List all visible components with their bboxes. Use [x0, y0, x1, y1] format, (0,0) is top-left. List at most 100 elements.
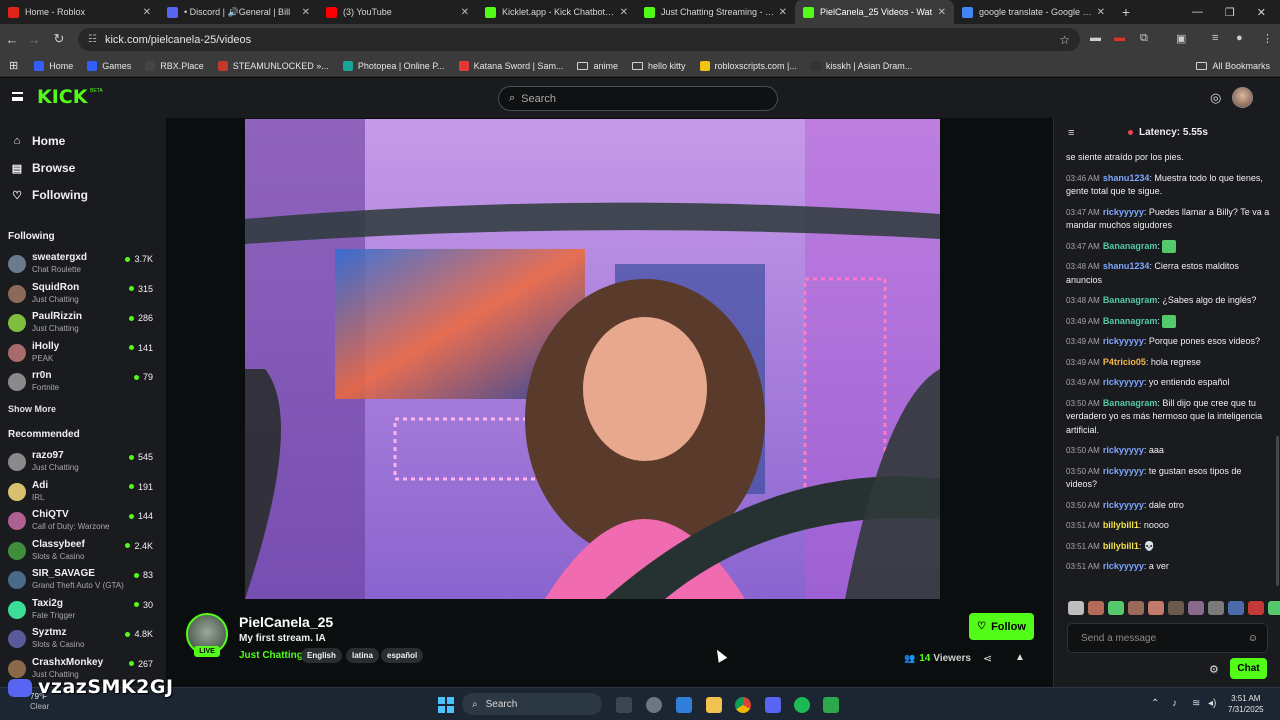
kick-logo[interactable]: KICK — [37, 87, 87, 107]
sidebar-channel[interactable]: razo97 Just Chatting 545 — [8, 449, 158, 477]
nav-home[interactable]: ⌂ Home — [10, 134, 66, 148]
chat-username[interactable]: shanu1234 — [1103, 261, 1150, 271]
chat-send-button[interactable]: Chat — [1230, 658, 1267, 679]
chat-username[interactable]: Bananagram — [1103, 316, 1158, 326]
hamburger-menu-icon[interactable] — [12, 92, 23, 101]
chat-settings-icon[interactable]: ⚙ — [1209, 663, 1219, 676]
discord-icon[interactable] — [765, 697, 781, 713]
emote-icon[interactable] — [1168, 601, 1184, 615]
browser-tab[interactable]: Home - Roblox ✕ — [0, 0, 159, 24]
bookmark-item[interactable]: hello kitty — [631, 61, 686, 71]
chat-username[interactable]: rickyyyyy — [1103, 445, 1144, 455]
bookmark-item[interactable]: Katana Sword | Sam... — [458, 60, 563, 71]
sidepanel-icon[interactable]: ▣ — [1176, 32, 1186, 45]
collapse-chat-icon[interactable]: ≡ — [1068, 127, 1074, 139]
stream-category[interactable]: Just Chatting — [239, 650, 303, 661]
extension-icon[interactable]: ▬ — [1114, 32, 1125, 44]
volume-icon[interactable]: ◂) — [1208, 698, 1216, 709]
tab-close-icon[interactable]: ✕ — [620, 7, 628, 18]
extension-icon[interactable]: ▬ — [1090, 32, 1101, 44]
site-info-icon[interactable]: ☷ — [88, 34, 97, 45]
video-player[interactable] — [166, 118, 1053, 600]
sidebar-channel[interactable]: sweatergxd Chat Roulette 3.7K — [8, 251, 158, 279]
sidebar-channel[interactable]: PaulRizzin Just Chatting 286 — [8, 310, 158, 338]
sidebar-channel[interactable]: SIR_SAVAGE Grand Theft Auto V (GTA) 83 — [8, 567, 158, 595]
browser-tab[interactable]: Just Chatting Streaming - Live S ✕ — [636, 0, 795, 24]
close-window-icon[interactable]: ✕ — [1257, 6, 1266, 19]
minimize-icon[interactable]: — — [1192, 6, 1203, 18]
emote-icon[interactable] — [1248, 601, 1264, 615]
tab-close-icon[interactable]: ✕ — [302, 7, 310, 18]
file-explorer-icon[interactable] — [706, 697, 722, 713]
sidebar-channel[interactable]: Taxi2g Fate Trigger 30 — [8, 597, 158, 625]
follow-button[interactable]: ♡ Follow — [969, 613, 1034, 640]
sidebar-channel[interactable]: Syztmz Slots & Casino 4.8K — [8, 626, 158, 654]
chrome-icon[interactable] — [735, 697, 751, 713]
emote-icon[interactable] — [1208, 601, 1224, 615]
emote-icon[interactable] — [1268, 601, 1280, 615]
address-bar[interactable]: ☷ kick.com/pielcanela-25/videos ☆ — [78, 28, 1080, 51]
profile-icon[interactable]: ● — [1236, 32, 1243, 44]
restore-icon[interactable]: ❐ — [1225, 6, 1235, 19]
chat-input[interactable]: Send a message ☺ — [1067, 623, 1268, 653]
menu-icon[interactable]: ⋮ — [1262, 32, 1273, 45]
bookmark-item[interactable]: robloxscripts.com |... — [699, 60, 797, 71]
bookmark-item[interactable]: Home — [34, 60, 73, 71]
bookmark-item[interactable]: RBX.Place — [145, 60, 204, 71]
back-icon[interactable]: ← — [0, 32, 24, 47]
app-icon[interactable] — [823, 697, 839, 713]
chat-username[interactable]: rickyyyyy — [1103, 207, 1144, 217]
bookmark-item[interactable]: Photopea | Online P... — [342, 60, 445, 71]
copilot-icon[interactable] — [646, 697, 662, 713]
nav-browse[interactable]: ▤ Browse — [10, 161, 76, 175]
notifications-icon[interactable]: ◎ — [1210, 90, 1221, 106]
streamer-name[interactable]: PielCanela_25 — [239, 614, 333, 630]
user-avatar[interactable] — [1232, 87, 1253, 108]
sidebar-channel[interactable]: iHolly PEAK 141 — [8, 340, 158, 368]
wifi-icon[interactable]: ≋ — [1192, 698, 1200, 709]
sidebar-channel[interactable]: SquidRon Just Chatting 315 — [8, 281, 158, 309]
system-clock[interactable]: 3:51 AM 7/31/2025 — [1228, 693, 1264, 715]
chat-username[interactable]: Bananagram — [1103, 295, 1158, 305]
sidebar-channel[interactable]: Classybeef Slots & Casino 2.4K — [8, 538, 158, 566]
chat-username[interactable]: rickyyyyy — [1103, 466, 1144, 476]
chat-username[interactable]: rickyyyyy — [1103, 336, 1144, 346]
bookmark-item[interactable]: Games — [87, 60, 131, 71]
chat-username[interactable]: rickyyyyy — [1103, 377, 1144, 387]
browser-tab[interactable]: • Discord | 🔊General | Bill ✕ — [159, 0, 318, 24]
nav-following[interactable]: ♡ Following — [10, 188, 88, 202]
tab-close-icon[interactable]: ✕ — [1097, 7, 1105, 18]
report-icon[interactable]: ▲ — [1015, 652, 1025, 663]
bookmark-star-icon[interactable]: ☆ — [1059, 33, 1070, 47]
emote-icon[interactable] — [1108, 601, 1124, 615]
tab-close-icon[interactable]: ✕ — [461, 7, 469, 18]
bookmark-item[interactable]: anime — [577, 61, 618, 71]
browser-tab[interactable]: PielCanela_25 Videos - Wat ✕ — [795, 0, 954, 24]
stream-tag[interactable]: latina — [346, 648, 379, 663]
chat-username[interactable]: rickyyyyy — [1103, 561, 1144, 571]
tab-close-icon[interactable]: ✕ — [143, 7, 151, 18]
emoji-picker-icon[interactable]: ☺ — [1248, 633, 1258, 644]
tab-close-icon[interactable]: ✕ — [938, 7, 946, 18]
spotify-icon[interactable] — [794, 697, 810, 713]
emote-icon[interactable] — [1148, 601, 1164, 615]
sidebar-channel[interactable]: ChiQTV Call of Duty: Warzone 144 — [8, 508, 158, 536]
reload-icon[interactable]: ↻ — [47, 31, 71, 47]
tray-chevron-icon[interactable]: ⌃ — [1151, 698, 1159, 709]
chat-username[interactable]: Bananagram — [1103, 241, 1158, 251]
emote-icon[interactable] — [1188, 601, 1204, 615]
bookmark-item[interactable]: STEAMUNLOCKED »... — [217, 60, 329, 71]
video-frame[interactable] — [245, 119, 940, 599]
forward-icon[interactable]: → — [22, 32, 46, 47]
sidebar-channel[interactable]: Adi IRL 191 — [8, 479, 158, 507]
windows-start-icon[interactable] — [438, 697, 454, 713]
extensions-puzzle-icon[interactable]: ⧉ — [1140, 32, 1148, 45]
emote-icon[interactable] — [1128, 601, 1144, 615]
apps-grid-icon[interactable]: ⊞ — [9, 59, 18, 72]
chat-username[interactable]: rickyyyyy — [1103, 500, 1144, 510]
chat-username[interactable]: billybill1 — [1103, 520, 1139, 530]
show-more-link[interactable]: Show More — [8, 404, 56, 414]
taskbar-search[interactable]: ⌕ Search — [462, 693, 602, 715]
chat-username[interactable]: P4tricio05 — [1103, 357, 1146, 367]
tab-close-icon[interactable]: ✕ — [779, 7, 787, 18]
